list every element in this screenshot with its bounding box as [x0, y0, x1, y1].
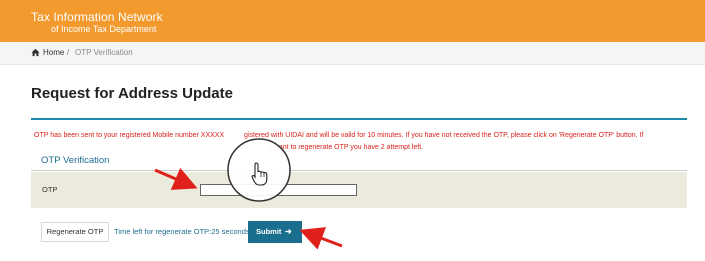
alert-text-part2: gistered with UIDAI and will be valid fo… [244, 132, 644, 139]
breadcrumb-separator: / [67, 48, 70, 57]
home-icon[interactable] [31, 48, 40, 57]
site-subtitle: of Income Tax Department [51, 24, 157, 34]
submit-button[interactable]: Submit ➜ [248, 221, 302, 243]
alert-text-line2: u want to regenerate OTP you have 2 atte… [268, 144, 424, 151]
section-title: OTP Verification [41, 155, 110, 166]
breadcrumb: Home / OTP Verification [0, 42, 705, 65]
arrow-right-icon: ➜ [285, 227, 292, 236]
otp-alert-message: OTP has been sent to your registered Mob… [34, 130, 684, 154]
site-title: Tax Information Network [31, 10, 163, 24]
otp-label: OTP [42, 185, 58, 194]
submit-button-label: Submit [256, 227, 282, 236]
annotation-arrow-submit [299, 227, 343, 250]
breadcrumb-current: OTP Verification [75, 48, 133, 57]
alert-text-part1: OTP has been sent to your registered Mob… [34, 132, 225, 139]
site-header: Tax Information Network of Income Tax De… [0, 0, 705, 42]
breadcrumb-home-link[interactable]: Home [43, 48, 64, 57]
regenerate-timer-text: Time left for regenerate OTP:25 seconds [114, 227, 250, 236]
otp-input[interactable] [200, 184, 357, 196]
section-divider [31, 170, 687, 171]
otp-form-row: OTP [31, 172, 687, 208]
title-divider [31, 118, 687, 120]
page-title: Request for Address Update [31, 85, 233, 102]
regenerate-otp-button[interactable]: Regenerate OTP [41, 222, 109, 242]
